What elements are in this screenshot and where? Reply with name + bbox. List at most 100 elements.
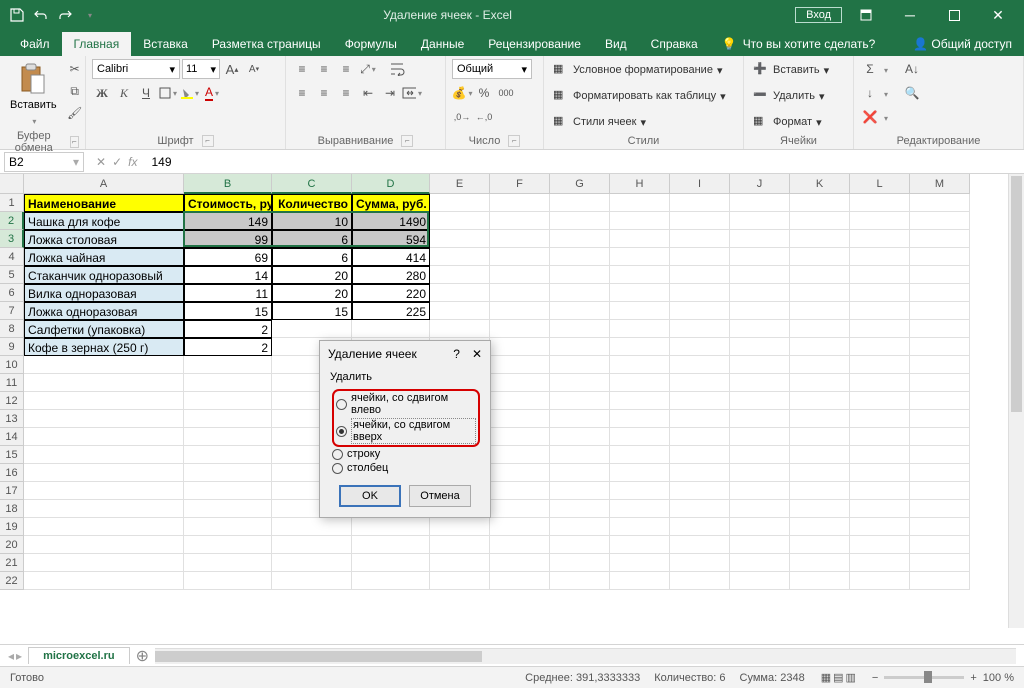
cell[interactable] — [670, 482, 730, 500]
cell[interactable] — [184, 572, 272, 590]
normal-view-icon[interactable]: ▦ — [821, 671, 831, 684]
page-layout-icon[interactable]: ▤ — [833, 671, 843, 684]
save-icon[interactable] — [6, 4, 28, 26]
cell[interactable] — [24, 374, 184, 392]
row-header[interactable]: 16 — [0, 464, 24, 482]
autosum-icon[interactable]: Σ — [860, 59, 880, 79]
cell[interactable] — [850, 446, 910, 464]
row-header[interactable]: 7 — [0, 302, 24, 320]
insert-cells-button[interactable]: ➕Вставить▾ — [750, 59, 847, 81]
cell[interactable] — [910, 248, 970, 266]
cell[interactable] — [550, 320, 610, 338]
number-format-combo[interactable]: Общий▾ — [452, 59, 532, 79]
cell[interactable] — [910, 194, 970, 212]
cell[interactable] — [850, 482, 910, 500]
cancel-fx-icon[interactable]: ✕ — [96, 155, 106, 169]
decrease-font-icon[interactable]: A▾ — [244, 59, 264, 79]
cell[interactable] — [550, 194, 610, 212]
cell[interactable] — [790, 392, 850, 410]
cell[interactable] — [850, 194, 910, 212]
cell[interactable] — [730, 230, 790, 248]
find-icon[interactable]: 🔍 — [902, 83, 922, 103]
cell[interactable] — [272, 554, 352, 572]
cell[interactable] — [790, 446, 850, 464]
number-dialog-icon[interactable]: ⌐ — [508, 135, 520, 147]
cell[interactable] — [550, 572, 610, 590]
delete-cells-button[interactable]: ➖Удалить▾ — [750, 85, 847, 107]
column-header[interactable]: E — [430, 174, 490, 194]
cell[interactable] — [730, 554, 790, 572]
cell[interactable] — [490, 338, 550, 356]
cell[interactable] — [550, 410, 610, 428]
cell[interactable] — [850, 320, 910, 338]
row-header[interactable]: 5 — [0, 266, 24, 284]
row-header[interactable]: 9 — [0, 338, 24, 356]
cell[interactable] — [850, 266, 910, 284]
tab-review[interactable]: Рецензирование — [476, 32, 593, 56]
cell[interactable]: Сумма, руб. — [352, 194, 430, 212]
cell[interactable] — [730, 338, 790, 356]
cell[interactable] — [490, 464, 550, 482]
cell[interactable]: Салфетки (упаковка) — [24, 320, 184, 338]
cell[interactable]: 1490 — [352, 212, 430, 230]
cell[interactable] — [550, 356, 610, 374]
cell[interactable] — [850, 284, 910, 302]
cell[interactable] — [550, 374, 610, 392]
cell[interactable] — [550, 248, 610, 266]
cell[interactable] — [490, 374, 550, 392]
cell[interactable] — [910, 356, 970, 374]
cell[interactable] — [730, 194, 790, 212]
row-header[interactable]: 19 — [0, 518, 24, 536]
tab-home[interactable]: Главная — [62, 32, 132, 56]
cell-styles-button[interactable]: ▦Стили ячеек▾ — [550, 111, 737, 133]
cell[interactable] — [670, 392, 730, 410]
cell[interactable] — [550, 482, 610, 500]
cell[interactable] — [184, 482, 272, 500]
paste-button[interactable]: Вставить — [6, 59, 61, 129]
align-middle-icon[interactable]: ≡ — [314, 59, 334, 79]
row-header[interactable]: 11 — [0, 374, 24, 392]
row-header[interactable]: 8 — [0, 320, 24, 338]
cell[interactable] — [670, 374, 730, 392]
cell[interactable] — [352, 572, 430, 590]
cell[interactable] — [430, 230, 490, 248]
font-name-combo[interactable]: Calibri▾ — [92, 59, 180, 79]
cell[interactable] — [352, 554, 430, 572]
format-painter-icon[interactable]: 🖌 — [65, 103, 85, 123]
font-color-icon[interactable]: A — [202, 83, 222, 103]
cell[interactable] — [24, 482, 184, 500]
cell[interactable] — [670, 230, 730, 248]
cell[interactable] — [850, 338, 910, 356]
cell[interactable] — [610, 554, 670, 572]
cell[interactable] — [352, 320, 430, 338]
cell[interactable] — [910, 410, 970, 428]
cell[interactable] — [550, 302, 610, 320]
increase-font-icon[interactable]: A▴ — [222, 59, 242, 79]
cell[interactable] — [730, 266, 790, 284]
cell[interactable] — [24, 446, 184, 464]
cell[interactable] — [850, 248, 910, 266]
cell[interactable] — [550, 428, 610, 446]
cell[interactable]: 2 — [184, 338, 272, 356]
cell[interactable] — [610, 266, 670, 284]
cell[interactable]: Ложка чайная — [24, 248, 184, 266]
cell[interactable] — [430, 248, 490, 266]
cell[interactable] — [670, 266, 730, 284]
cell[interactable] — [610, 374, 670, 392]
cell[interactable] — [430, 302, 490, 320]
cell[interactable] — [670, 248, 730, 266]
column-header[interactable]: K — [790, 174, 850, 194]
ribbon-options-icon[interactable] — [846, 0, 886, 30]
cell[interactable] — [790, 428, 850, 446]
cell[interactable] — [910, 464, 970, 482]
clear-icon[interactable]: ❌ — [860, 107, 880, 127]
row-header[interactable]: 12 — [0, 392, 24, 410]
cell[interactable] — [850, 464, 910, 482]
column-header[interactable]: H — [610, 174, 670, 194]
vertical-scrollbar[interactable] — [1008, 174, 1024, 628]
row-header[interactable]: 22 — [0, 572, 24, 590]
font-size-combo[interactable]: 11▾ — [182, 59, 220, 79]
cell[interactable] — [790, 572, 850, 590]
sort-filter-icon[interactable]: A↓ — [902, 59, 922, 79]
cell[interactable] — [24, 356, 184, 374]
